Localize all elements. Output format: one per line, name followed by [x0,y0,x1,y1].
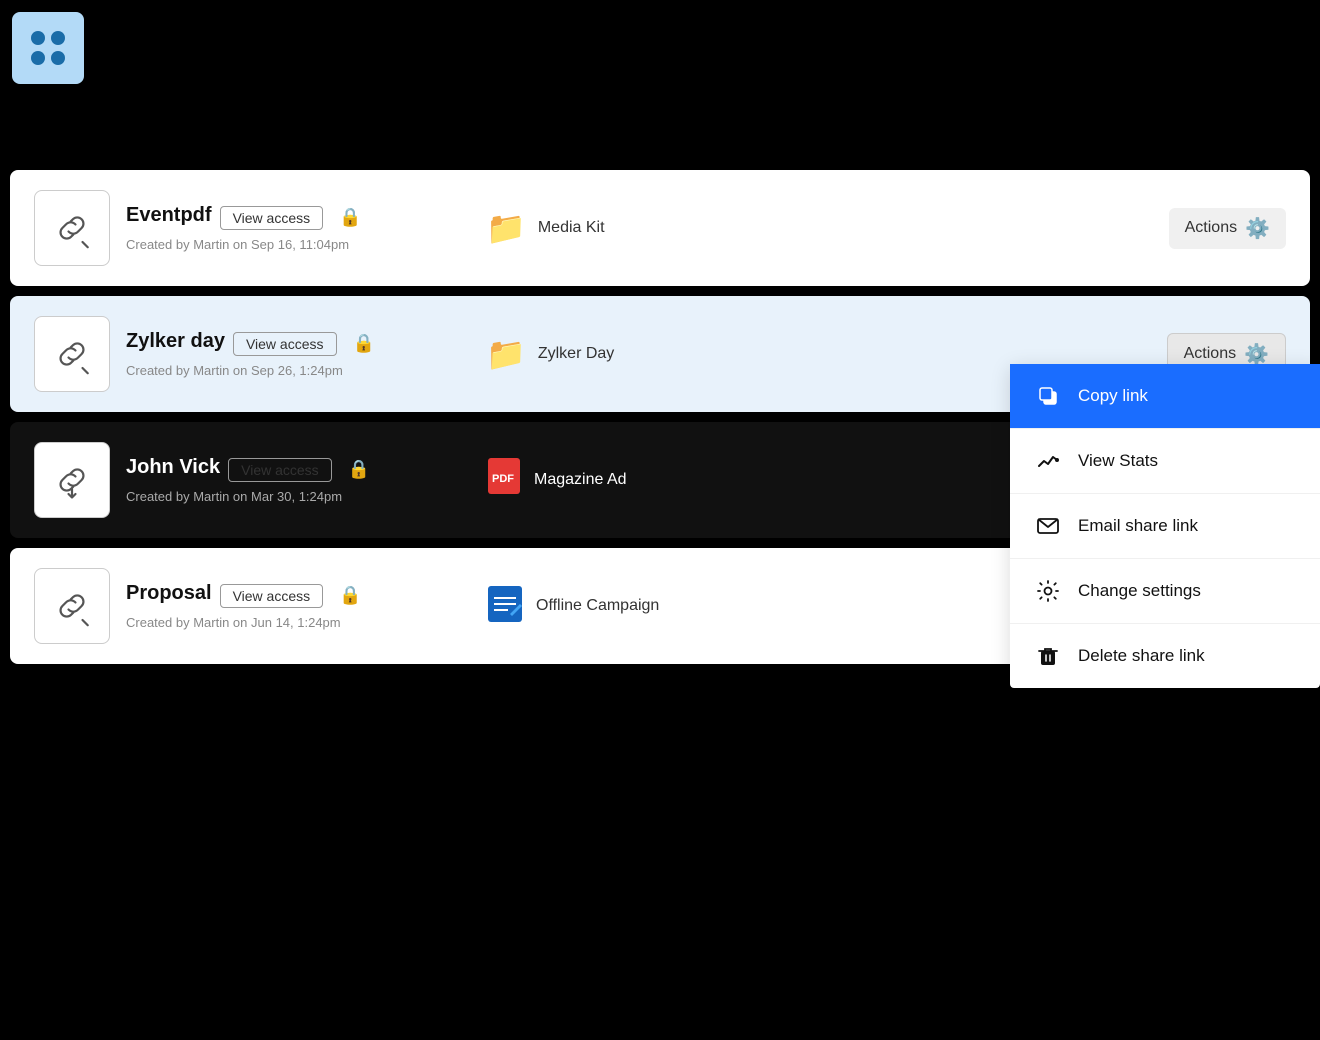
logo-dot-4 [51,51,65,65]
link-icon [51,459,93,501]
copy-link-icon [1034,382,1062,410]
lock-icon: 🔒 [353,333,375,354]
gear-icon: ⚙️ [1244,342,1269,367]
link-icon [51,333,93,375]
actions-label: Actions [1184,345,1236,363]
svg-text:PDF: PDF [492,473,514,485]
logo-dot-2 [51,31,65,45]
logo-dot-1 [31,31,45,45]
folder-name: Media Kit [538,219,605,237]
dropdown-item-view-stats[interactable]: View Stats [1010,429,1320,494]
change-settings-icon [1034,577,1062,605]
actions-button[interactable]: Actions ⚙️ [1169,208,1286,249]
actions-dropdown: Copy link View Stats [1010,364,1320,688]
row-info: Zylker day View access 🔒 Created by Mart… [126,330,446,378]
folder-section: 📁 Media Kit [486,209,1169,247]
list-item: Eventpdf View access 🔒 Created by Martin… [10,170,1310,286]
dropdown-item-delete-share[interactable]: Delete share link [1010,624,1320,688]
actions-label: Actions [1185,219,1237,237]
app-logo [12,12,84,84]
row-title: Zylker day [126,330,225,353]
logo-dot-3 [31,51,45,65]
link-icon-box [34,442,110,518]
folder-icon: 📁 [486,335,526,373]
link-icon-box [34,190,110,266]
dropdown-item-change-settings[interactable]: Change settings [1010,559,1320,624]
list-item: Zylker day View access 🔒 Created by Mart… [10,296,1310,412]
logo-dots [31,31,65,65]
lock-icon: 🔒 [348,459,370,480]
email-share-label: Email share link [1078,516,1198,536]
folder-name: Magazine Ad [534,471,627,489]
view-stats-icon [1034,447,1062,475]
link-icon [51,585,93,627]
view-access-button[interactable]: View access [233,332,337,356]
row-info: Proposal View access 🔒 Created by Martin… [126,582,446,630]
row-meta: Created by Martin on Sep 26, 1:24pm [126,363,446,378]
copy-link-label: Copy link [1078,386,1148,406]
email-share-icon [1034,512,1062,540]
main-content: Eventpdf View access 🔒 Created by Martin… [10,170,1310,664]
lock-icon: 🔒 [339,585,361,606]
gear-icon: ⚙️ [1245,216,1270,241]
doc-icon [486,584,524,629]
lock-icon: 🔒 [339,207,361,228]
pdf-icon: PDF [486,456,522,504]
row-title: Eventpdf [126,204,212,227]
folder-name: Offline Campaign [536,597,659,615]
row-info: John Vick View access 🔒 Created by Marti… [126,456,446,504]
view-stats-label: View Stats [1078,451,1158,471]
folder-icon: 📁 [486,209,526,247]
dropdown-item-email-share[interactable]: Email share link [1010,494,1320,559]
row-meta: Created by Martin on Mar 30, 1:24pm [126,489,446,504]
row-title: John Vick [126,456,220,479]
change-settings-label: Change settings [1078,581,1201,601]
view-access-button[interactable]: View access [220,584,324,608]
delete-share-label: Delete share link [1078,646,1205,666]
row-meta: Created by Martin on Jun 14, 1:24pm [126,615,446,630]
link-icon-box [34,316,110,392]
delete-share-icon [1034,642,1062,670]
actions-section: Actions ⚙️ [1169,208,1286,249]
folder-name: Zylker Day [538,345,614,363]
link-icon [51,207,93,249]
row-title: Proposal [126,582,212,605]
link-icon-box [34,568,110,644]
row-info: Eventpdf View access 🔒 Created by Martin… [126,204,446,252]
dropdown-item-copy-link[interactable]: Copy link [1010,364,1320,429]
view-access-button[interactable]: View access [220,206,324,230]
row-meta: Created by Martin on Sep 16, 11:04pm [126,237,446,252]
view-access-button[interactable]: View access [228,458,332,482]
